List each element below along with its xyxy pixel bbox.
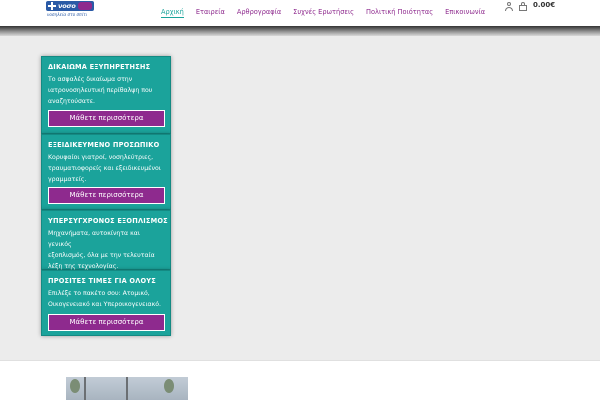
nav-item-home[interactable]: Αρχική [155,0,190,26]
nav-item-faq[interactable]: Συχνές Ερωτήσεις [287,0,360,26]
nav-item-company[interactable]: Εταιρεία [190,0,231,26]
main-nav: Αρχική Εταιρεία Αρθρογραφία Συχνές Ερωτή… [155,0,491,26]
nav-item-quality-policy[interactable]: Πολιτική Ποιότητας [360,0,439,26]
shopping-bag-icon[interactable] [519,2,527,11]
card-affordable-prices: ΠΡΟΣΙΤΕΣ ΤΙΜΕΣ ΓΙΑ ΟΛΟΥΣ Επιλέξε το πακέ… [41,270,171,336]
card-title: ΔΙΚΑΙΩΜΑ ΕΞΥΠΗΡΕΤΗΣΗΣ [48,63,151,71]
card-description: Το ασφαλές δικαίωμα στην ιατρονοσηλευτικ… [48,74,164,107]
learn-more-button[interactable]: Μάθετε περισσότερα [48,110,165,127]
card-desc-line: ιατρονοσηλευτική περίθαλψη που [48,87,153,94]
card-title: ΠΡΟΣΙΤΕΣ ΤΙΜΕΣ ΓΙΑ ΟΛΟΥΣ [48,277,156,285]
card-desc-line: Επιλέξε το πακέτο σου: Ατομικό, [48,290,150,297]
cart-total[interactable]: 0.00€ [533,1,555,9]
card-desc-line: τραυματιοφορείς και εξειδικευμένοι [48,165,161,172]
card-service-right: ΔΙΚΑΙΩΜΑ ΕΞΥΠΗΡΕΤΗΣΗΣ Το ασφαλές δικαίωμ… [41,56,171,134]
card-specialized-staff: ΕΞΕΙΔΙΚΕΥΜΕΝΟ ΠΡΟΣΩΠΙΚΟ Κορυφαίοι γιατρο… [41,134,171,210]
logo-pill [78,2,92,10]
card-description: Μηχανήματα, αυτοκίνητα και γενικός εξοπλ… [48,228,164,272]
medical-cross-icon [48,2,56,10]
user-icon[interactable] [505,2,513,11]
logo-wordmark: νοσο [58,2,76,10]
card-desc-line: Κορυφαίοι γιατροί, νοσηλεύτριες, [48,154,154,161]
section-divider [0,360,600,361]
card-desc-line: γραμματείς. [48,176,87,183]
card-desc-line: Το ασφαλές δικαίωμα στην [48,76,133,83]
card-desc-line: αναζητούσατε. [48,98,96,105]
card-title: ΕΞΕΙΔΙΚΕΥΜΕΝΟ ΠΡΟΣΩΠΙΚΟ [48,141,160,149]
logo-tagline: νοσηλεία στο σπίτι [47,12,88,17]
card-description: Επιλέξε το πακέτο σου: Ατομικό, Οικογενε… [48,288,164,310]
thumb-pole [126,377,128,400]
thumb-tree [70,379,80,393]
card-description: Κορυφαίοι γιατροί, νοσηλεύτριες, τραυματ… [48,152,164,185]
site-header: νοσο νοσηλεία στο σπίτι Αρχική Εταιρεία … [0,0,600,26]
learn-more-button[interactable]: Μάθετε περισσότερα [48,187,165,204]
card-desc-line: εξοπλισμός, όλα με την τελευταία [48,252,155,259]
card-modern-equipment: ΥΠΕΡΣΥΓΧΡΟΝΟΣ ΕΞΟΠΛΙΣΜΟΣ Μηχανήματα, αυτ… [41,210,171,270]
site-logo[interactable]: νοσο νοσηλεία στο σπίτι [46,1,94,20]
hero-top-shadow [0,26,600,36]
thumb-tree [164,379,174,393]
card-title: ΥΠΕΡΣΥΓΧΡΟΝΟΣ ΕΞΟΠΛΙΣΜΟΣ [48,217,168,225]
logo-badge: νοσο [46,1,94,11]
card-desc-line: Μηχανήματα, αυτοκίνητα και γενικός [48,230,140,248]
nav-item-articles[interactable]: Αρθρογραφία [231,0,287,26]
learn-more-button[interactable]: Μάθετε περισσότερα [48,314,165,331]
nav-item-contact[interactable]: Επικοινωνία [439,0,491,26]
thumb-pole [84,377,86,400]
article-thumbnail[interactable] [66,377,188,400]
card-desc-line: Οικογενειακό και Υπεροικογενειακό. [48,301,162,308]
